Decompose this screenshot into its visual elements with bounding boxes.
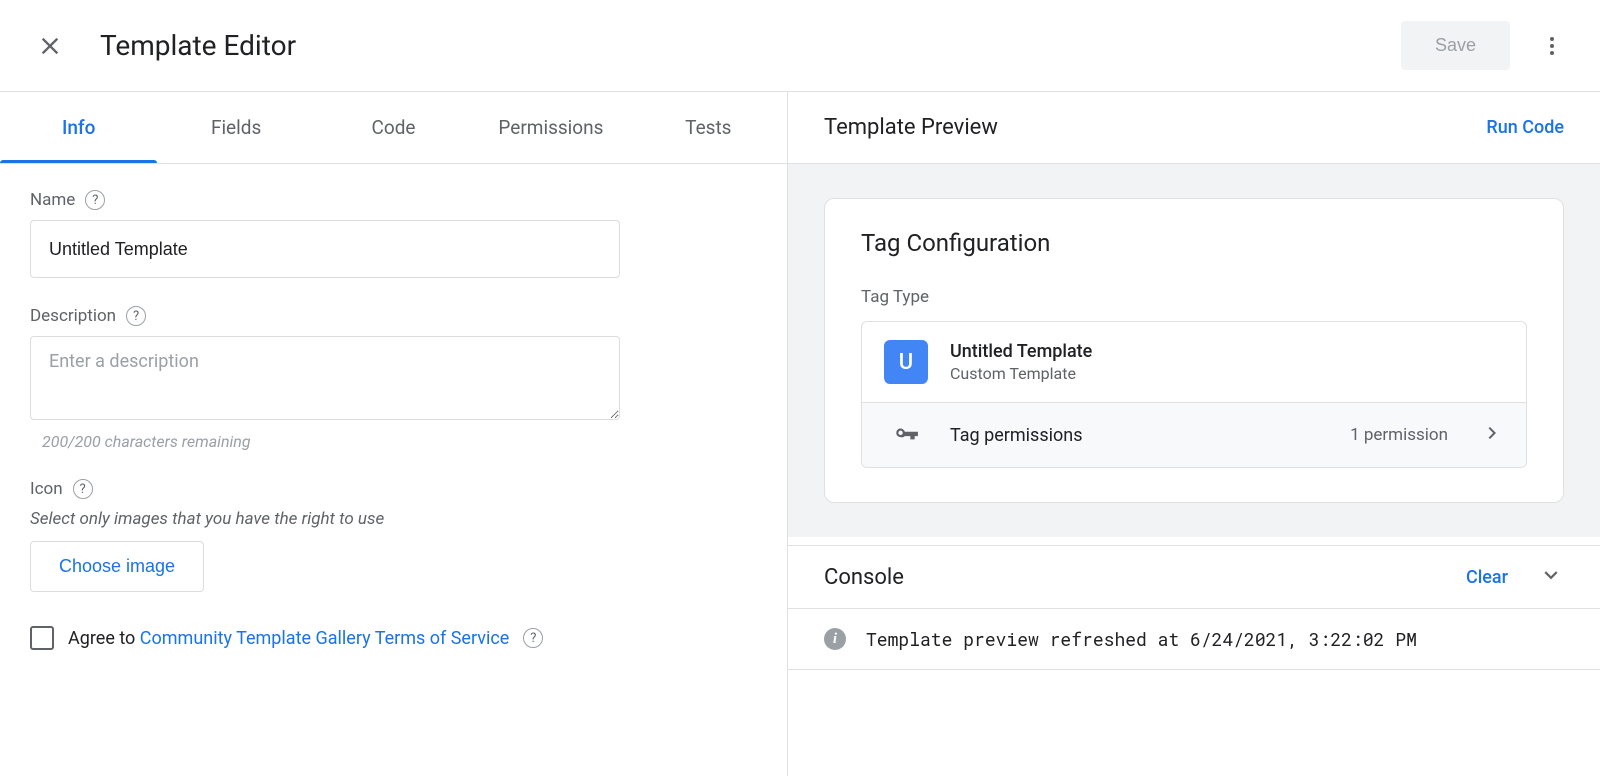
help-icon[interactable]: ? [126, 306, 146, 326]
tag-name: Untitled Template [950, 341, 1092, 362]
tag-permissions-row[interactable]: Tag permissions 1 permission [862, 402, 1526, 467]
clear-button[interactable]: Clear [1466, 567, 1508, 588]
permissions-label: Tag permissions [950, 425, 1328, 446]
tab-permissions[interactable]: Permissions [472, 92, 629, 163]
info-icon: i [824, 628, 846, 650]
save-button[interactable]: Save [1401, 21, 1510, 70]
tab-fields[interactable]: Fields [157, 92, 314, 163]
char-count: 200/200 characters remaining [42, 432, 757, 451]
left-pane: Info Fields Code Permissions Tests Name … [0, 92, 788, 776]
icon-hint: Select only images that you have the rig… [30, 509, 757, 529]
tag-type-label: Tag Type [861, 287, 1527, 307]
preview-area: Tag Configuration Tag Type U Untitled Te… [788, 164, 1600, 537]
tos-link[interactable]: Community Template Gallery Terms of Serv… [140, 628, 510, 649]
header: Template Editor Save [0, 0, 1600, 92]
tab-code[interactable]: Code [315, 92, 472, 163]
tab-info[interactable]: Info [0, 92, 157, 163]
console-header: Console Clear [788, 545, 1600, 609]
icon-label: Icon [30, 479, 63, 499]
help-icon[interactable]: ? [523, 628, 543, 648]
run-code-button[interactable]: Run Code [1486, 117, 1564, 138]
choose-image-button[interactable]: Choose image [30, 541, 204, 592]
tag-subtype: Custom Template [950, 364, 1092, 383]
tabs: Info Fields Code Permissions Tests [0, 92, 787, 164]
description-label: Description [30, 306, 116, 326]
tag-config-card: Tag Configuration Tag Type U Untitled Te… [824, 198, 1564, 503]
console-title: Console [824, 565, 1466, 590]
agree-text: Agree to Community Template Gallery Term… [68, 628, 509, 649]
help-icon[interactable]: ? [73, 479, 93, 499]
tab-tests[interactable]: Tests [630, 92, 787, 163]
permissions-count: 1 permission [1350, 425, 1448, 445]
chevron-right-icon [1480, 421, 1504, 449]
more-menu-icon[interactable] [1532, 26, 1572, 66]
close-icon[interactable] [36, 32, 64, 60]
right-pane: Template Preview Run Code Tag Configurat… [788, 92, 1600, 776]
name-input[interactable] [30, 220, 620, 278]
page-title: Template Editor [100, 29, 1401, 62]
name-label: Name [30, 190, 75, 210]
console-row: i Template preview refreshed at 6/24/202… [788, 609, 1600, 670]
preview-title: Template Preview [824, 115, 1486, 140]
chevron-down-icon[interactable] [1538, 562, 1564, 592]
help-icon[interactable]: ? [85, 190, 105, 210]
tag-type-row[interactable]: U Untitled Template Custom Template [862, 322, 1526, 402]
description-input[interactable] [30, 336, 620, 420]
tag-type-icon: U [884, 340, 928, 384]
agree-checkbox[interactable] [30, 626, 54, 650]
card-title: Tag Configuration [861, 229, 1527, 257]
key-icon [884, 422, 928, 448]
console-message: Template preview refreshed at 6/24/2021,… [866, 627, 1417, 651]
